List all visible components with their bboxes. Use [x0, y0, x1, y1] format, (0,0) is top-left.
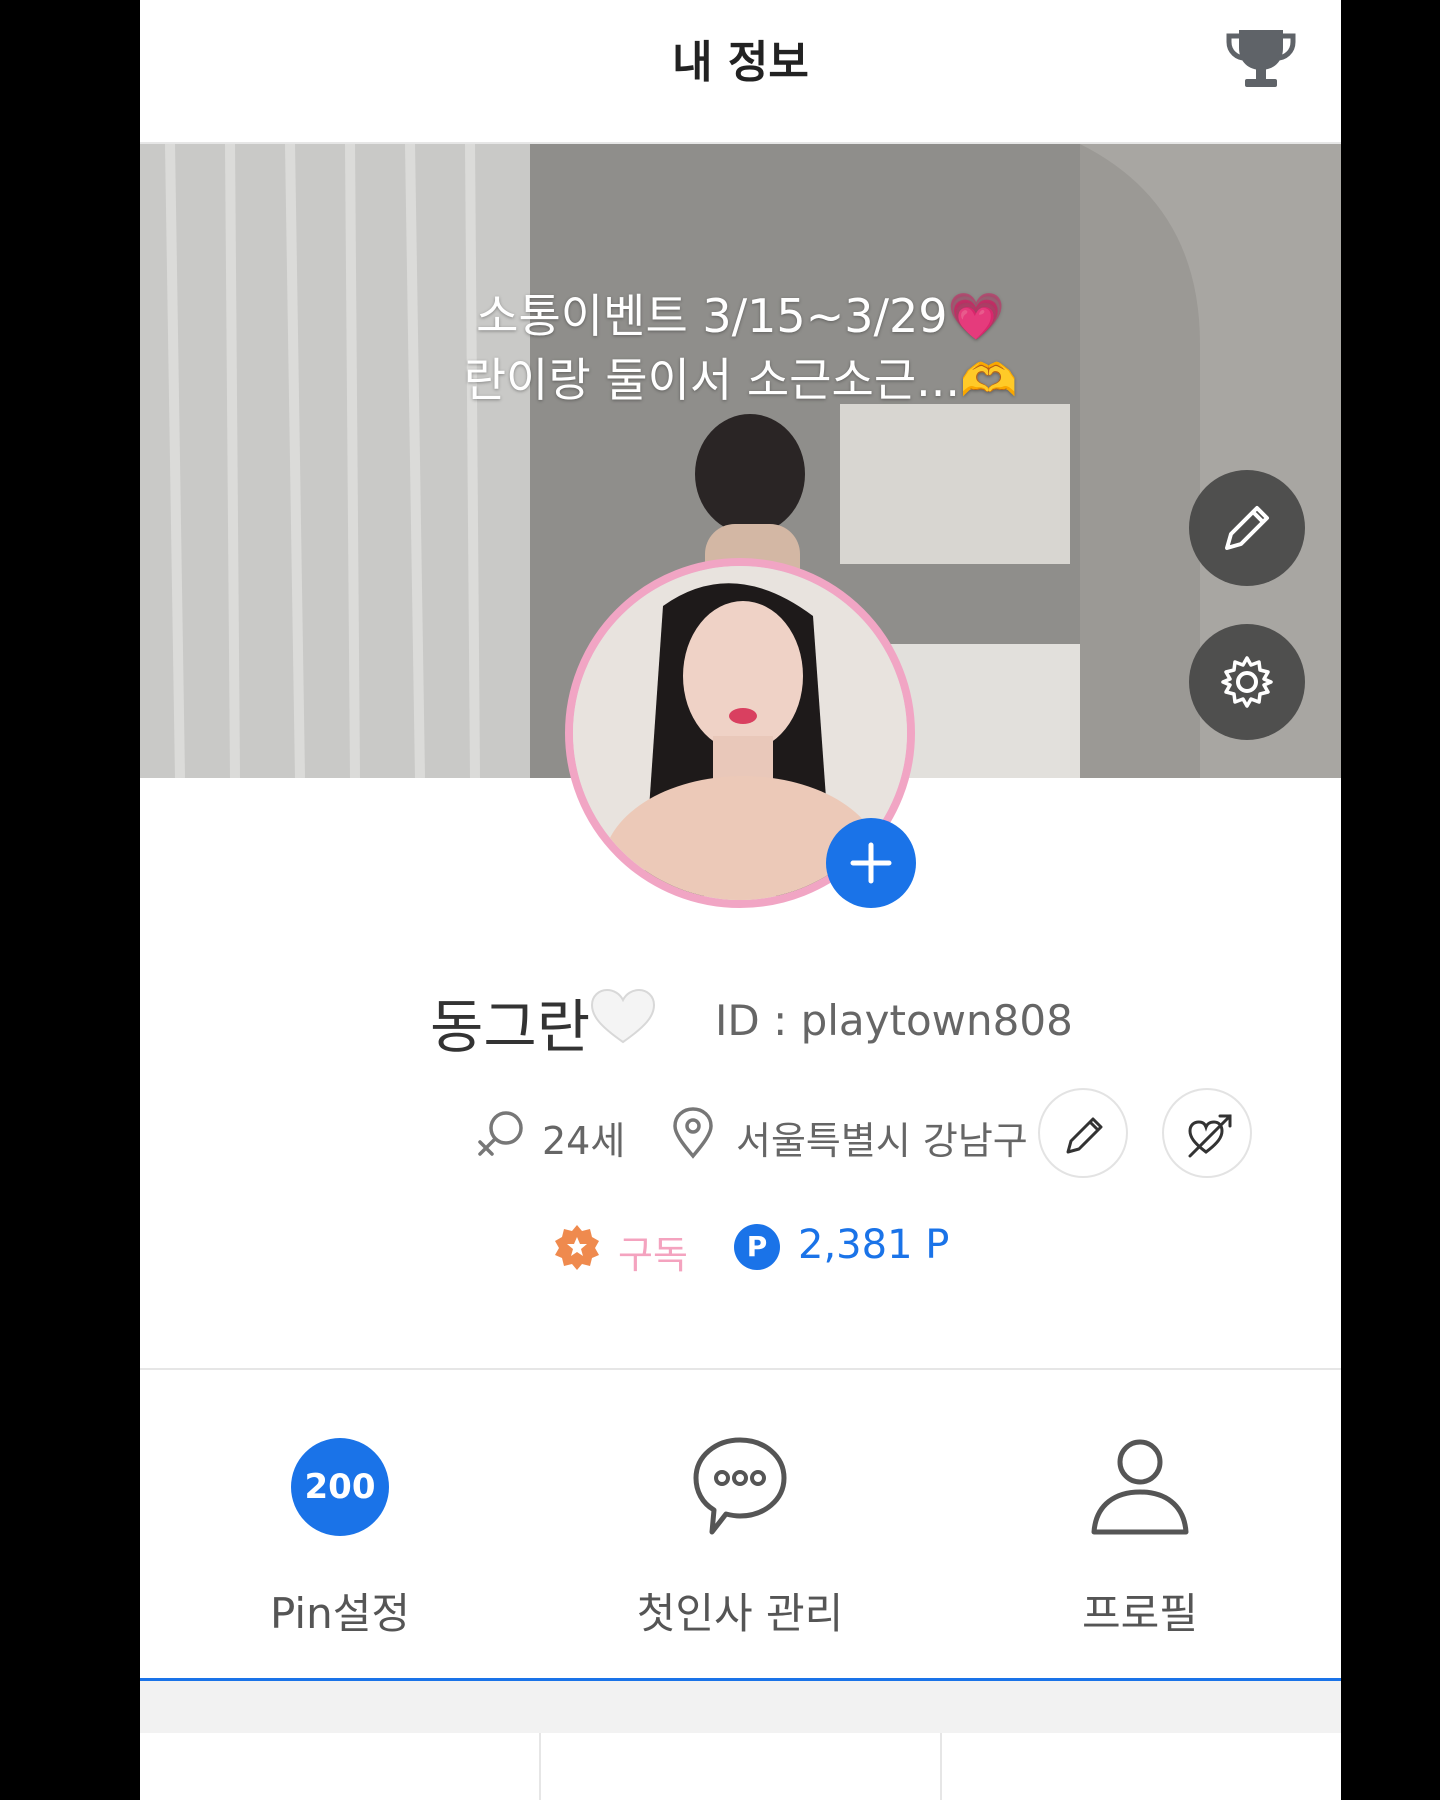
grid-divider: [940, 1733, 942, 1800]
gear-icon: [1221, 656, 1273, 708]
pencil-icon: [1066, 1117, 1103, 1154]
age-text: 24세: [542, 1119, 626, 1163]
settings-button[interactable]: [1189, 624, 1305, 740]
location-pin-icon: [673, 1107, 713, 1159]
bottom-grid: [140, 1733, 1341, 1800]
menu-label: Pin설정: [270, 1589, 410, 1638]
add-photo-button[interactable]: [826, 818, 916, 908]
plus-icon: [850, 842, 892, 884]
heart-arrow-icon: [1188, 1114, 1232, 1158]
cover-caption: 소통이벤트 3/15~3/29💗 란이랑 둘이서 소근소근...🫶: [140, 284, 1341, 412]
trophy-icon[interactable]: [1225, 26, 1297, 90]
menu-label: 첫인사 관리: [636, 1589, 844, 1638]
cover-caption-line2: 란이랑 둘이서 소근소근...🫶: [463, 353, 1018, 407]
menu-greeting-management[interactable]: 첫인사 관리: [540, 1370, 940, 1680]
chat-bubble-icon: [693, 1437, 787, 1535]
menu-pin-settings[interactable]: 200 Pin설정: [140, 1370, 540, 1680]
nickname: 동그란: [430, 993, 591, 1061]
cover-caption-line1: 소통이벤트 3/15~3/29💗: [476, 289, 1005, 343]
pencil-icon: [1225, 506, 1269, 550]
top-bar: 내 정보: [140, 0, 1341, 144]
edit-profile-button[interactable]: [1038, 1088, 1128, 1178]
points-value[interactable]: 2,381 P: [798, 1222, 949, 1268]
user-id: ID : playtown808: [715, 996, 1073, 1045]
menu-label: 프로필: [1082, 1589, 1198, 1638]
heart-arrow-button[interactable]: [1162, 1088, 1252, 1178]
edit-cover-button[interactable]: [1189, 470, 1305, 586]
location-text: 서울특별시 강남구: [736, 1119, 1028, 1163]
section-gap: [140, 1681, 1341, 1733]
points-icon: P: [734, 1224, 780, 1270]
subscription-label[interactable]: 구독: [618, 1224, 688, 1279]
page-title: 내 정보: [672, 37, 809, 88]
app-screen: 내 정보 소통이벤트 3/15~3/29💗 란이랑 둘이서 소근소근...🫶 동…: [140, 0, 1341, 1800]
person-icon: [1091, 1439, 1189, 1535]
subscription-badge-icon: [555, 1225, 599, 1270]
white-heart-icon: [590, 988, 656, 1044]
grid-divider: [539, 1733, 541, 1800]
pin-count-badge: 200: [291, 1438, 389, 1536]
female-icon: [478, 1111, 523, 1156]
menu-profile[interactable]: 프로필: [940, 1370, 1340, 1680]
